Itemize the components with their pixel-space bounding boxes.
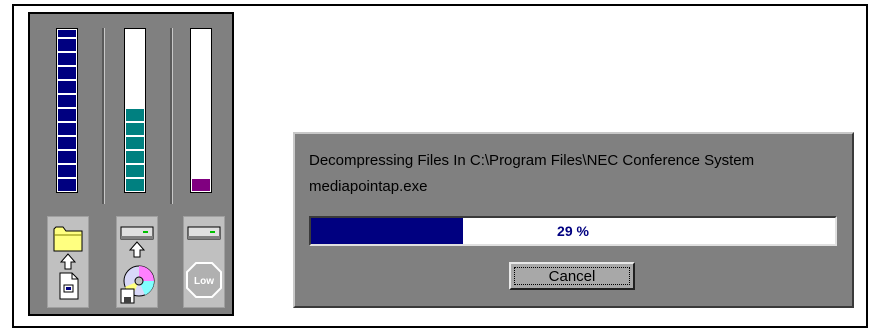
disk-space-meter-fill (126, 107, 144, 191)
low-stop-icon: Low (186, 262, 222, 298)
progress-percent-label: 29 % (557, 223, 589, 239)
file-name-line: mediapointap.exe (309, 178, 428, 195)
status-line: Decompressing Files In C:\Program Files\… (309, 152, 755, 169)
cancel-button-label: Cancel (514, 267, 630, 285)
disk-space-meter (124, 28, 146, 193)
memory-icon-box: Low (183, 216, 225, 308)
source-icon-box (47, 216, 89, 308)
resource-meter-panel: Low (28, 12, 234, 316)
up-arrow-icon (59, 253, 77, 270)
up-arrow-icon (128, 241, 146, 258)
column-divider (170, 28, 173, 204)
memory-meter-fill (192, 177, 210, 191)
source-files-meter-fill (58, 30, 76, 191)
column-divider (102, 28, 105, 204)
memory-meter (190, 28, 212, 193)
drive-icon (120, 226, 154, 240)
drive-icon (187, 226, 221, 240)
disk-icon-box (116, 216, 158, 308)
folder-icon (53, 226, 83, 252)
cd-disk-icon (120, 265, 155, 304)
progress-dialog: Decompressing Files In C:\Program Files\… (293, 132, 854, 308)
cancel-button[interactable]: Cancel (509, 262, 635, 290)
low-sign-label: Low (194, 276, 214, 287)
source-files-meter (56, 28, 78, 193)
progress-bar: 29 % (309, 216, 837, 246)
file-icon (59, 272, 79, 300)
